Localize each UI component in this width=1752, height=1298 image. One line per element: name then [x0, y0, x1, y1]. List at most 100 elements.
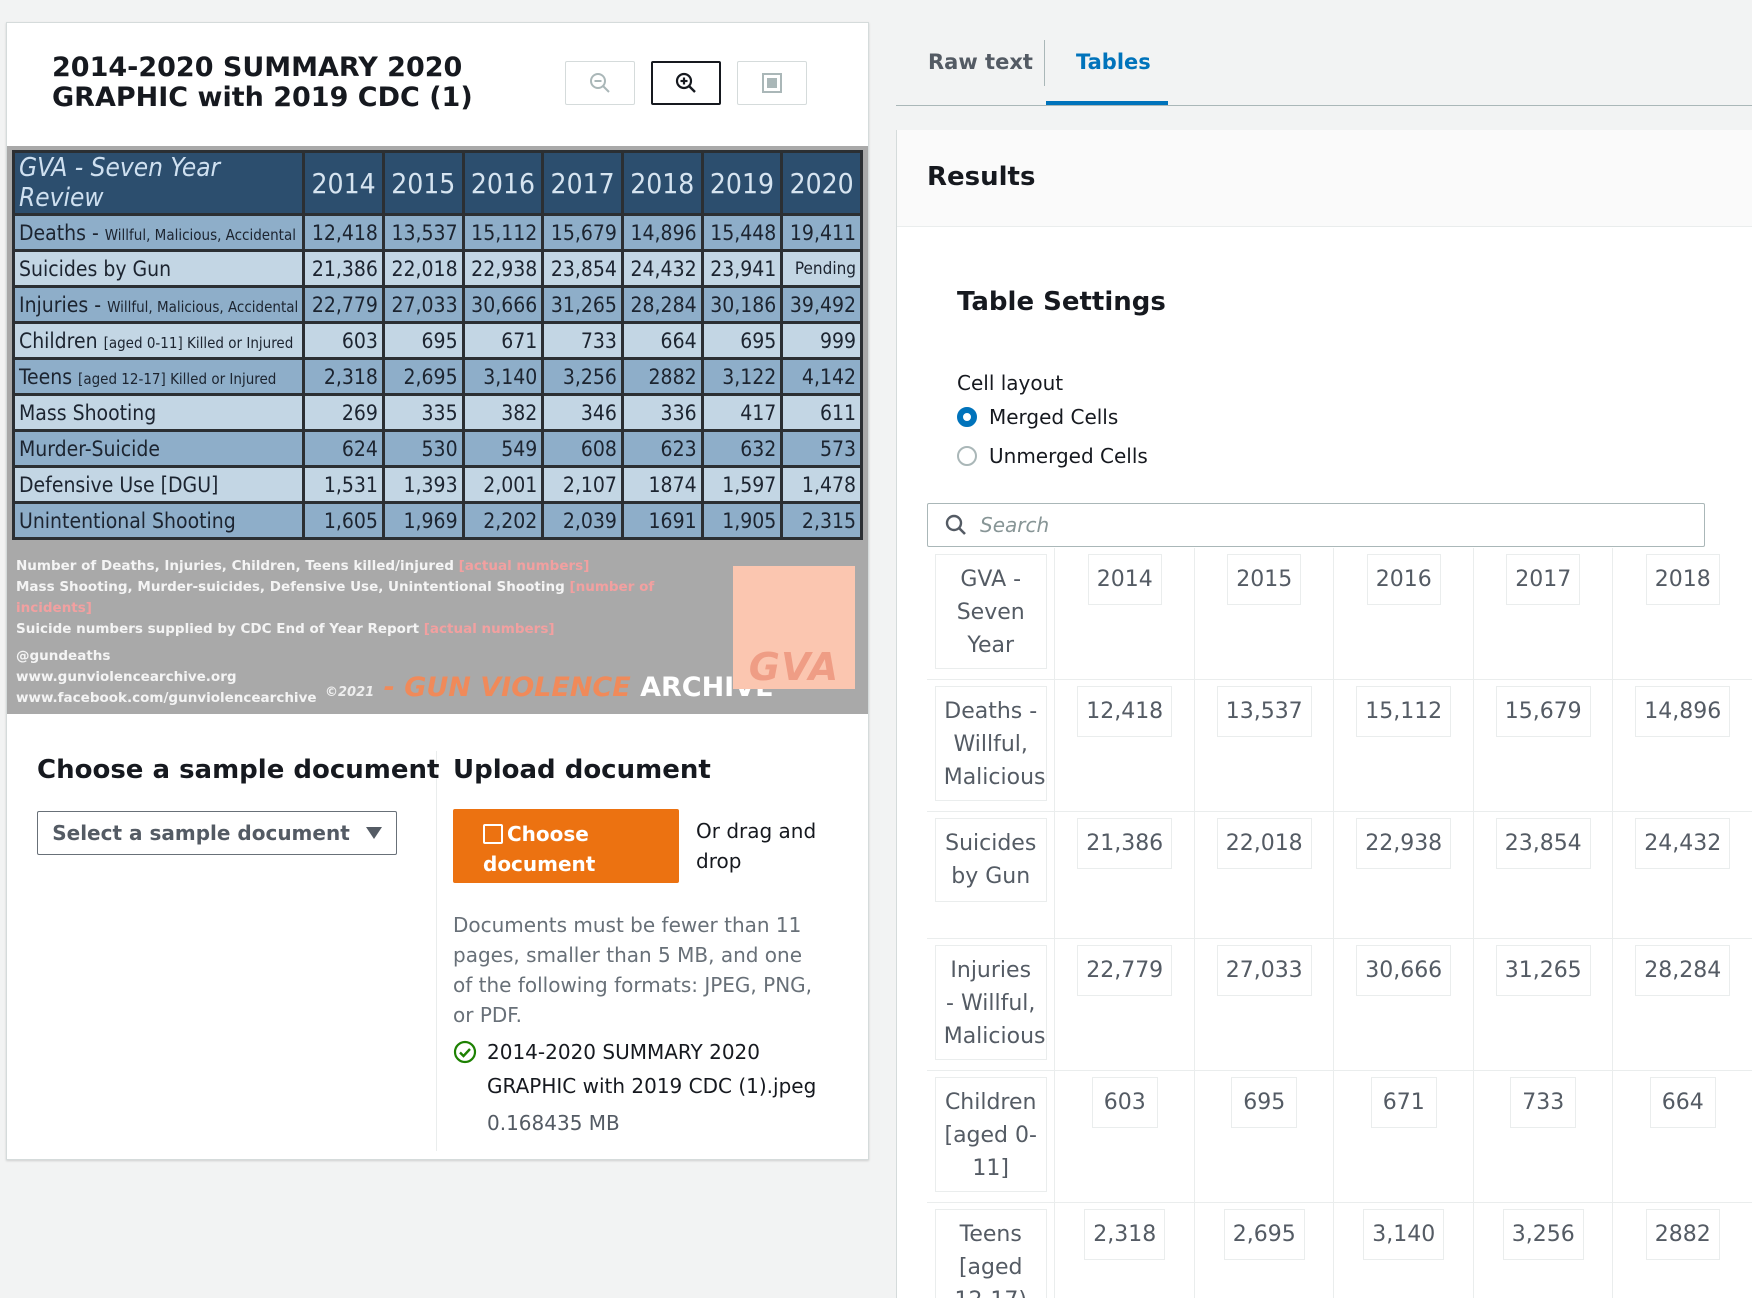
sample-document-select[interactable]: Select a sample document: [37, 811, 397, 855]
results-cell: 2,318: [1054, 1202, 1195, 1298]
upload-help-text: Documents must be fewer than 11 pages, s…: [453, 913, 813, 1027]
preview-cell: 733: [541, 321, 624, 360]
results-cell-value: 2882: [1645, 1209, 1720, 1260]
results-cell: 671: [1333, 1070, 1474, 1203]
preview-cell: 623: [620, 429, 704, 468]
preview-row-label: Unintentional Shooting: [11, 501, 306, 540]
preview-row: Injuries - Willful, Malicious, Accidenta…: [11, 285, 863, 324]
preview-cell: 3,122: [700, 357, 784, 396]
footnote-tag: [actual numbers]: [458, 558, 590, 574]
results-cell: 13,537: [1194, 679, 1335, 812]
results-cell-value: 23,854: [1495, 818, 1591, 869]
preview-cell: 2,107: [541, 465, 624, 504]
preview-cell: 269: [302, 393, 385, 432]
search-icon: [945, 514, 966, 535]
uploaded-file: 2014-2020 SUMMARY 2020 GRAPHIC with 2019…: [453, 1035, 827, 1103]
results-cell: 22,018: [1194, 811, 1335, 939]
preview-cell: 1874: [620, 465, 704, 504]
results-cell-value: 2014: [1087, 554, 1162, 605]
results-cell-value: 2016: [1366, 554, 1441, 605]
results-cell: 28,284: [1612, 938, 1752, 1071]
preview-cell: 3,256: [541, 357, 624, 396]
preview-cell: 2,315: [780, 501, 863, 540]
merged-cells-radio[interactable]: Merged Cells: [957, 405, 1118, 429]
preview-cell: 13,537: [381, 213, 465, 252]
document-title: 2014-2020 SUMMARY 2020 GRAPHIC with 2019…: [52, 52, 473, 113]
preview-row-label: Teens [aged 12-17] Killed or Injured: [11, 357, 306, 396]
results-cell-value: 2015: [1227, 554, 1302, 605]
website-url: www.gunviolencearchive.org: [16, 669, 237, 685]
tab-divider: [1044, 40, 1045, 86]
tab-raw-text[interactable]: Raw text: [928, 50, 1033, 74]
preview-cell: 1,969: [381, 501, 465, 540]
results-cell: Teens [aged 12-17): [927, 1202, 1056, 1298]
results-cell-value: 21,386: [1077, 818, 1173, 869]
fit-page-button[interactable]: [737, 61, 807, 105]
results-cell: 2882: [1612, 1202, 1752, 1298]
preview-cell: 15,679: [541, 213, 624, 252]
preview-cell: 2882: [620, 357, 704, 396]
preview-row: Murder-Suicide 624 530 549 608 623 632 573: [11, 429, 863, 468]
preview-footnotes: Number of Deaths, Injuries, Children, Te…: [16, 556, 656, 640]
results-cell-value: 15,112: [1356, 686, 1452, 737]
preview-row: Unintentional Shooting 1,605 1,969 2,202 2,0…: [11, 501, 863, 540]
results-cell: Deaths - Willful, Malicious,: [927, 679, 1056, 812]
preview-cell: 2,202: [461, 501, 545, 540]
results-cell: 30,666: [1333, 938, 1474, 1071]
results-cell: 695: [1194, 1070, 1335, 1203]
cell-layout-label: Cell layout: [957, 371, 1064, 395]
preview-cell: 999: [780, 321, 863, 360]
facebook-url: www.facebook.com/gunviolencearchive: [16, 690, 317, 706]
archive-brand: ©2021 - GUN VIOLENCE ARCHIVE: [325, 672, 774, 703]
preview-header-cell: 2017: [541, 150, 624, 216]
results-cell-value: 22,018: [1216, 818, 1312, 869]
preview-cell: 335: [381, 393, 465, 432]
results-cell-value: 603: [1091, 1077, 1158, 1128]
results-row: Suicides by Gun 21,386 22,018 22,938 23,854 2…: [927, 811, 1752, 939]
preview-cell: 39,492: [780, 285, 863, 324]
results-cell: 23,854: [1473, 811, 1614, 939]
preview-cell: 30,666: [461, 285, 545, 324]
results-cell: 733: [1473, 1070, 1614, 1203]
results-cell-value: 22,938: [1356, 818, 1452, 869]
results-row: Teens [aged 12-17) 2,318 2,695 3,140 3,256 28…: [927, 1202, 1752, 1298]
preview-row-label-main: Children: [19, 328, 104, 353]
preview-row-label-main: Defensive Use [DGU]: [19, 472, 219, 497]
archive-colored-text: - GUN VIOLENCE: [374, 672, 641, 703]
results-cell-value: 13,537: [1216, 686, 1312, 737]
table-search-input[interactable]: Search: [927, 503, 1705, 547]
preview-row: Defensive Use [DGU] 1,531 1,393 2,001 2,107 1…: [11, 465, 863, 504]
preview-cell: 22,779: [302, 285, 385, 324]
preview-row-label: Mass Shooting: [11, 393, 306, 432]
sample-select-label: Select a sample document: [52, 821, 350, 845]
preview-cell: 15,448: [700, 213, 784, 252]
preview-cell: 346: [541, 393, 624, 432]
results-cell: 2018: [1612, 548, 1752, 680]
results-cell-value: 3,256: [1502, 1209, 1584, 1260]
preview-header-cell: 2014: [302, 150, 385, 216]
preview-cell: 2,039: [541, 501, 624, 540]
zoom-out-button[interactable]: [565, 61, 635, 105]
radio-unselected-icon: [957, 446, 977, 466]
results-row-label: GVA - Seven Year: [934, 554, 1047, 669]
preview-cell: 549: [461, 429, 545, 468]
choose-document-button[interactable]: Choose document: [453, 809, 679, 883]
results-row: Deaths - Willful, Malicious, 12,418 13,537…: [927, 679, 1752, 812]
preview-row-label: Injuries - Willful, Malicious, Accidenta…: [11, 285, 306, 324]
tab-tables[interactable]: Tables: [1076, 50, 1151, 74]
preview-cell: 1,605: [302, 501, 385, 540]
preview-row-label: Suicides by Gun: [11, 249, 306, 288]
preview-cell: 21,386: [302, 249, 385, 288]
results-cell-value: 2018: [1645, 554, 1720, 605]
preview-cell: 23,854: [541, 249, 624, 288]
results-cell-value: 2017: [1506, 554, 1581, 605]
fit-page-icon: [762, 73, 782, 93]
unmerged-cells-radio[interactable]: Unmerged Cells: [957, 444, 1148, 468]
results-cell: 15,679: [1473, 679, 1614, 812]
zoom-in-button[interactable]: [651, 61, 721, 105]
results-row-label: Deaths - Willful, Malicious,: [934, 686, 1047, 801]
table-settings-title: Table Settings: [957, 287, 1166, 317]
results-title: Results: [897, 130, 1752, 227]
results-cell-value: 733: [1510, 1077, 1577, 1128]
results-cell: 603: [1054, 1070, 1195, 1203]
